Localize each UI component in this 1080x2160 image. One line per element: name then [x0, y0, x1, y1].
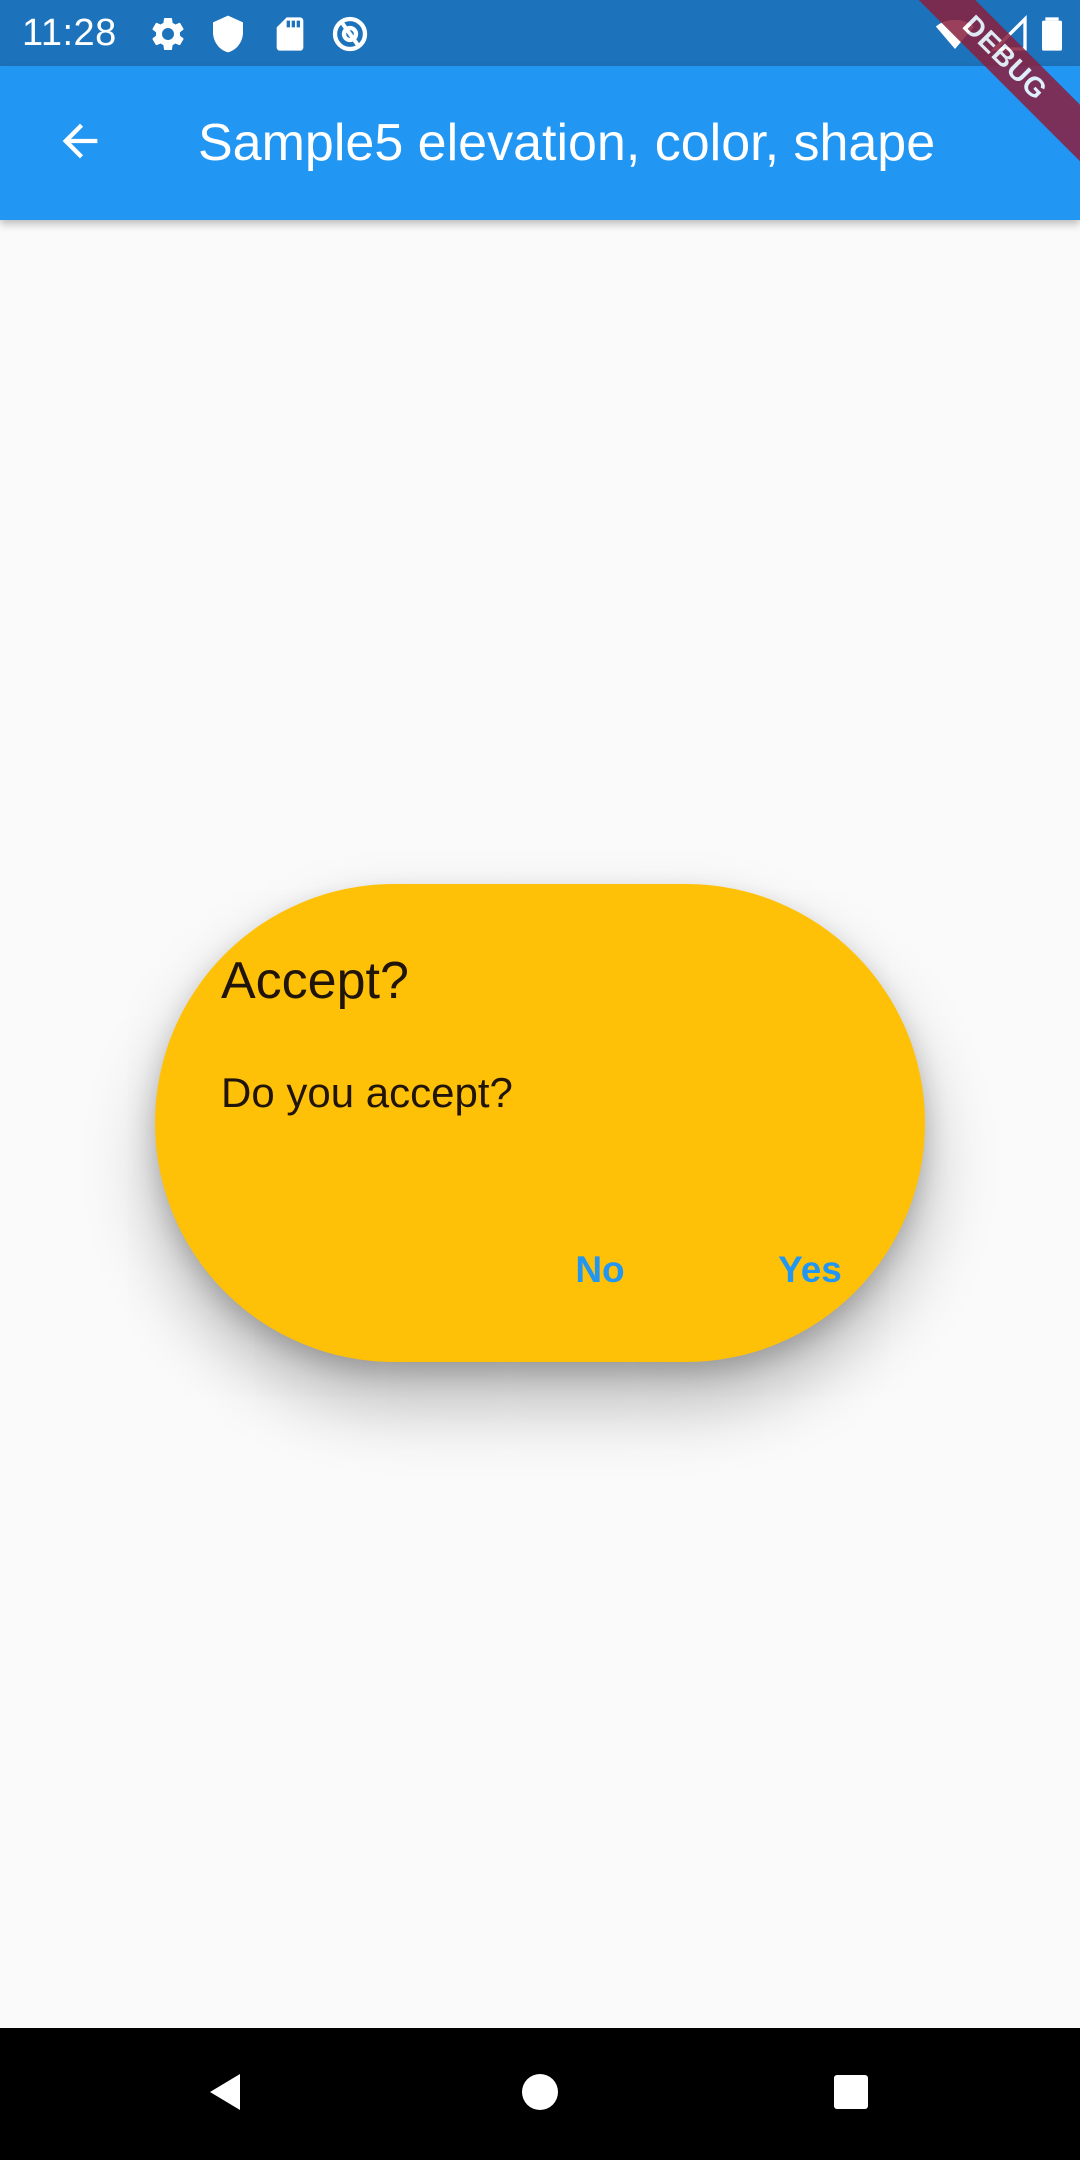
recents-square-icon	[827, 2068, 875, 2121]
shield-icon	[208, 14, 248, 54]
nav-back-button[interactable]	[190, 2058, 262, 2130]
arrow-left-icon	[54, 115, 106, 172]
status-bar: 11:28	[0, 0, 1080, 66]
back-button[interactable]	[40, 103, 120, 183]
dialog-content: Do you accept?	[221, 1069, 513, 1116]
alert-dialog: Accept? Do you accept? No Yes	[155, 884, 925, 1362]
battery-icon	[1032, 14, 1072, 54]
screen: 11:28 DEBUG Sample5 elevation, color, sh…	[0, 0, 1080, 2160]
nav-recents-button[interactable]	[815, 2058, 887, 2130]
dialog-title: Accept?	[221, 952, 409, 1010]
sd-card-icon	[270, 14, 310, 54]
back-triangle-icon	[202, 2068, 250, 2121]
home-circle-icon	[516, 2068, 564, 2121]
no-button[interactable]: No	[555, 1238, 645, 1302]
page-title: Sample5 elevation, color, shape	[198, 114, 936, 172]
yes-button[interactable]: Yes	[765, 1238, 855, 1302]
gear-icon	[148, 14, 188, 54]
at-sign-icon	[330, 14, 370, 54]
system-nav-bar	[0, 2028, 1080, 2160]
nav-home-button[interactable]	[504, 2058, 576, 2130]
status-time: 11:28	[22, 12, 117, 54]
app-bar: Sample5 elevation, color, shape	[0, 66, 1080, 220]
